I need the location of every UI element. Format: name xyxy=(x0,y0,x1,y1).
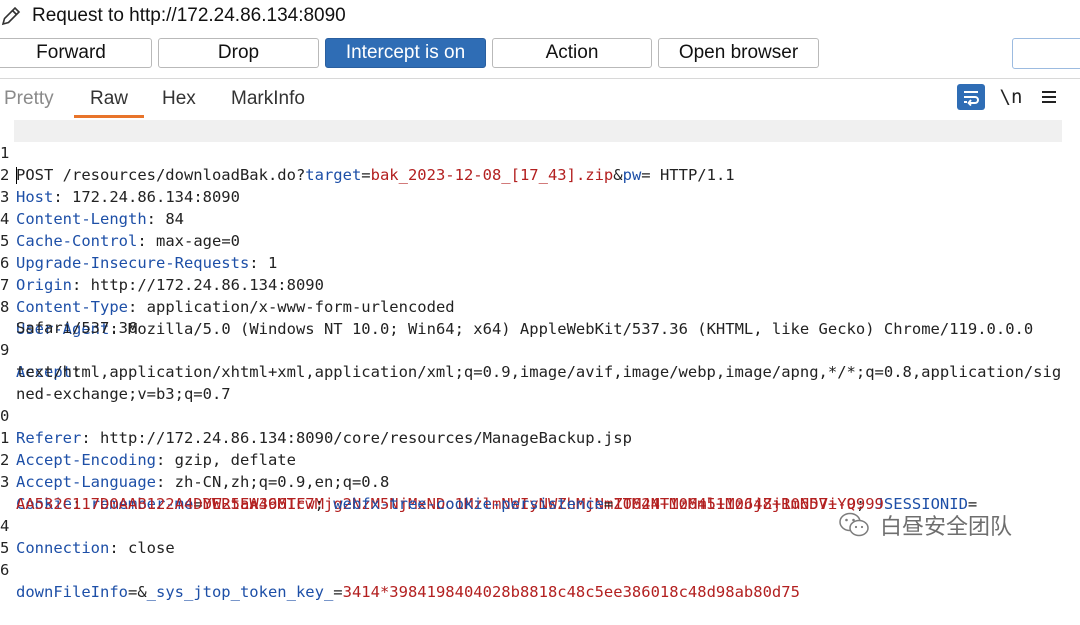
header-value: 1 xyxy=(267,254,278,272)
body-separator: =& xyxy=(127,583,147,601)
body-param-key: _sys_jtop_token_key_ xyxy=(146,583,334,601)
hamburger-menu-icon[interactable] xyxy=(1036,84,1062,110)
header-value: max-age=0 xyxy=(156,232,240,250)
header-value: zh-CN,zh;q=0.9,en;q=0.8 xyxy=(174,473,390,491)
editor-line: 8 User-Agent: Mozilla/5.0 (Windows NT 10… xyxy=(0,298,1034,338)
editor-line: 6 downFileInfo=&_sys_jtop_token_key_=341… xyxy=(0,561,800,601)
body-param-value: 3414*3984198404028b8818c48c5ee386018c48d… xyxy=(342,583,800,601)
cookie-value: AA532C117D0AAB122A4DDE25EA3961F7 xyxy=(16,495,315,513)
editor-line: 3 Cookie: remember-me=YWRtaW46MTcwMjg2Nz… xyxy=(0,473,978,513)
watermark: 白昼安全团队 xyxy=(838,509,1012,541)
header-value: 172.24.86.134:8090 xyxy=(72,188,240,206)
cookie-key: webfx-tree-cookie-persistence xyxy=(333,495,604,513)
editor-line: 6 Origin: http://172.24.86.134:8090 xyxy=(0,254,324,294)
param-key: target xyxy=(305,166,362,184)
watermark-text: 白昼安全团队 xyxy=(880,514,1013,539)
header-value: 84 xyxy=(165,210,184,228)
editor-line: 4 Connection: close xyxy=(0,517,175,557)
param-value: bak_2023-12-08_[17_43].zip xyxy=(370,166,614,184)
editor-line: 9 Accept: xyxy=(0,341,82,381)
editor-line-wrapped: AA532C117D0AAB122A4DDE25EA3961F7; webfx-… xyxy=(16,495,884,513)
editor-line: 1 Accept-Encoding: gzip, deflate xyxy=(0,429,296,469)
body-param-key: downFileInfo xyxy=(16,583,128,601)
editor-tabs: Pretty Raw Hex MarkInfo xyxy=(0,79,1080,119)
header-value: http://172.24.86.134:8090 xyxy=(90,276,324,294)
search-input[interactable] xyxy=(1012,38,1080,69)
param-key: pw xyxy=(622,166,642,184)
tab-hex[interactable]: Hex xyxy=(162,88,196,110)
editor-line: 2 Accept-Language: zh-CN,zh;q=0.9,en;q=0… xyxy=(0,451,390,491)
header-value-continued: ned-exchange;v=b3;q=0.7 xyxy=(16,385,231,403)
editor-line-wrapped: text/html,application/xhtml+xml,applicat… xyxy=(0,339,1061,381)
wechat-logo-icon xyxy=(839,512,869,537)
line-number: 6 xyxy=(0,561,10,579)
editor-line: 4 Cache-Control: max-age=0 xyxy=(0,210,240,250)
header-value: http://172.24.86.134:8090/core/resources… xyxy=(100,429,632,447)
editor-line: 0 Referer: http://172.24.86.134:8090/cor… xyxy=(0,407,632,447)
request-method-path: POST /resources/downloadBak.do? xyxy=(16,166,306,184)
request-line-tail: = HTTP/1.1 xyxy=(641,166,735,184)
editor-line-wrapped: ned-exchange;v=b3;q=0.7 xyxy=(0,361,231,403)
request-title: Request to http://172.24.86.134:8090 xyxy=(32,5,346,26)
header-value: close xyxy=(128,539,175,557)
drop-button[interactable]: Drop xyxy=(158,38,319,68)
forward-button[interactable]: Forward xyxy=(0,38,152,68)
header-value-continued: text/html,application/xhtml+xml,applicat… xyxy=(16,363,1062,381)
header-value: gzip, deflate xyxy=(174,451,296,469)
raw-request-editor[interactable]: 1 POST /resources/downloadBak.do?target =… xyxy=(0,118,1080,601)
header-value: application/x-www-form-urlencoded xyxy=(146,298,455,316)
tab-raw[interactable]: Raw xyxy=(90,88,128,110)
editor-line: 1 POST /resources/downloadBak.do?target=… xyxy=(0,144,735,184)
editor-line: 3 Content-Length: 84 xyxy=(0,188,184,228)
editor-line: 2 Host: 172.24.86.134:8090 xyxy=(0,166,240,206)
editor-line: 5 Upgrade-Insecure-Requests: 1 xyxy=(0,232,278,272)
tab-pretty[interactable]: Pretty xyxy=(4,88,54,110)
intercept-toggle-button[interactable]: Intercept is on xyxy=(325,38,486,68)
header-name: Upgrade-Insecure-Requests xyxy=(16,254,250,272)
title-bar: Request to http://172.24.86.134:8090 xyxy=(0,0,1080,34)
editor-line: 5 xyxy=(0,515,37,557)
open-browser-button[interactable]: Open browser xyxy=(658,38,819,68)
action-button[interactable]: Action xyxy=(492,38,652,68)
tab-markinfo[interactable]: MarkInfo xyxy=(231,88,305,110)
param-separator: & xyxy=(613,166,623,184)
header-value: Mozilla/5.0 (Windows NT 10.0; Win64; x64… xyxy=(128,320,1034,338)
editor-line-wrapped: Safari/537.36 xyxy=(0,295,137,337)
pencil-icon xyxy=(1,6,21,26)
newline-toggle-icon[interactable]: \n xyxy=(996,84,1026,110)
wrap-lines-icon[interactable] xyxy=(957,84,985,110)
editor-line: 7 Content-Type: application/x-www-form-u… xyxy=(0,276,455,316)
